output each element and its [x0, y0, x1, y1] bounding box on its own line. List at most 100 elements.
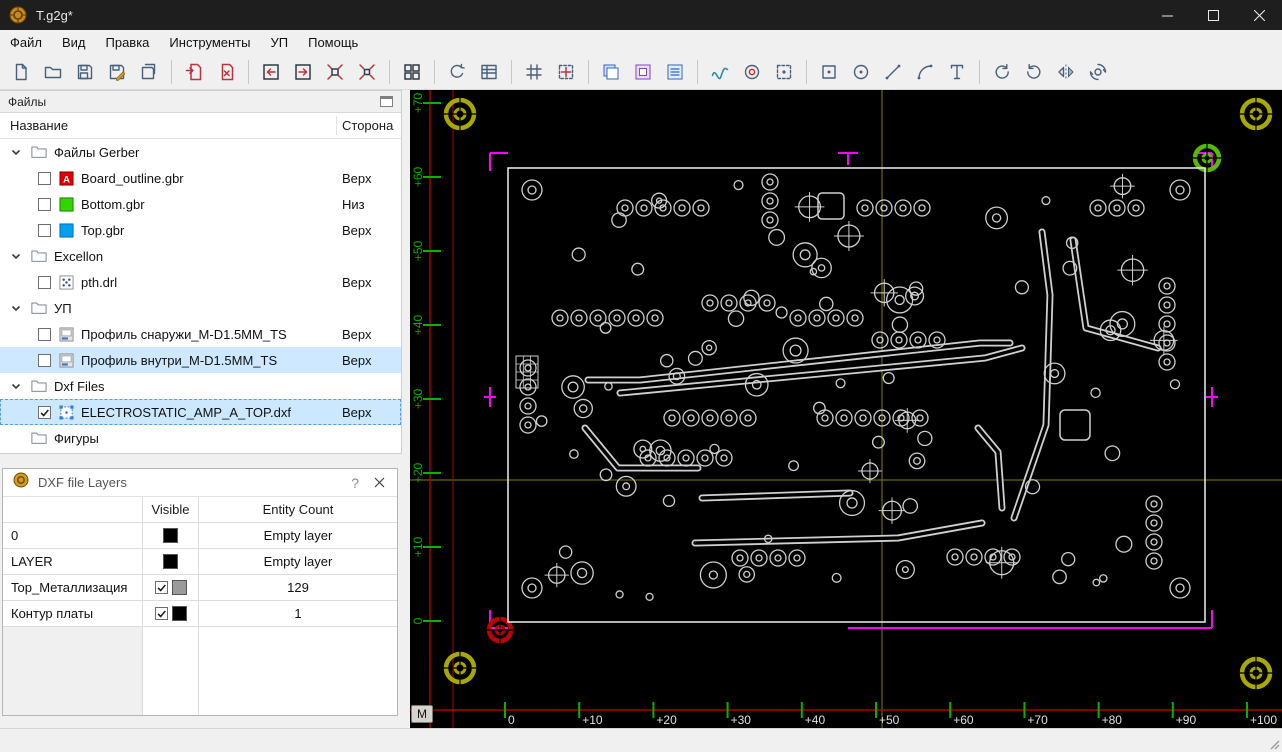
- tree-item-label: Excellon: [54, 249, 103, 264]
- new-file-icon[interactable]: [6, 57, 36, 87]
- save-all-icon[interactable]: [134, 57, 164, 87]
- menu-cam[interactable]: УП: [260, 32, 298, 53]
- chevron-down-icon[interactable]: [8, 383, 24, 390]
- frame-target-icon[interactable]: [769, 57, 799, 87]
- dxf-layer-row[interactable]: LAYEREmpty layer: [3, 549, 397, 575]
- draw-text-icon[interactable]: [942, 57, 972, 87]
- shift-right-icon[interactable]: [288, 57, 318, 87]
- job-table-icon[interactable]: [474, 57, 504, 87]
- tree-file-row[interactable]: Top.gbrВерх: [0, 217, 401, 243]
- gerber-blue-file-icon: [58, 222, 74, 238]
- dxf-layer-name: Top_Металлизация: [3, 575, 143, 601]
- resize-grip[interactable]: [1266, 736, 1280, 750]
- tree-folder-row[interactable]: Файлы Gerber: [0, 139, 401, 165]
- empty-cell: [143, 627, 199, 715]
- svg-text:+50: +50: [879, 713, 900, 727]
- menu-edit[interactable]: Правка: [96, 32, 160, 53]
- curve-tool-icon[interactable]: [705, 57, 735, 87]
- rotate-ccw-icon[interactable]: [442, 57, 472, 87]
- dxf-layer-name: Контур платы: [3, 601, 143, 627]
- svg-text:+10: +10: [582, 713, 603, 727]
- close-panel-icon[interactable]: [372, 477, 387, 488]
- svg-text:+70: +70: [411, 92, 425, 113]
- tree-file-row[interactable]: ELECTROSTATIC_AMP_A_TOP.dxfВерх: [0, 399, 401, 425]
- column-name: Название: [0, 118, 68, 133]
- rotate-right-icon[interactable]: [1019, 57, 1049, 87]
- draw-pad-icon[interactable]: [814, 57, 844, 87]
- tree-file-row[interactable]: ABoard_outline.gbrВерх: [0, 165, 401, 191]
- tree-folder-row[interactable]: Excellon: [0, 243, 401, 269]
- svg-text:+20: +20: [411, 462, 425, 483]
- draw-arc-icon[interactable]: [910, 57, 940, 87]
- dxf-header-entity: Entity Count: [199, 497, 397, 523]
- layers-inner-icon[interactable]: [628, 57, 658, 87]
- checkbox-unchecked[interactable]: [38, 328, 51, 341]
- close-icon[interactable]: [1236, 0, 1282, 30]
- panelize-icon[interactable]: [397, 57, 427, 87]
- shift-left-icon[interactable]: [256, 57, 286, 87]
- menu-view[interactable]: Вид: [52, 32, 96, 53]
- layer-color-swatch[interactable]: [163, 554, 178, 569]
- donut-pad-icon[interactable]: [737, 57, 767, 87]
- menu-file[interactable]: Файл: [0, 32, 52, 53]
- layers-top-icon[interactable]: [596, 57, 626, 87]
- draw-line-icon[interactable]: [878, 57, 908, 87]
- mirror-horizontal-icon[interactable]: [1051, 57, 1081, 87]
- menu-tools[interactable]: Инструменты: [159, 32, 260, 53]
- help-icon[interactable]: ?: [347, 475, 363, 491]
- layer-color-swatch[interactable]: [163, 528, 178, 543]
- open-folder-icon[interactable]: [38, 57, 68, 87]
- tree-folder-row[interactable]: УП: [0, 295, 401, 321]
- tree-file-row[interactable]: Профиль снаружи_M-D1.5MM_TSВерх: [0, 321, 401, 347]
- checkbox-checked[interactable]: [38, 406, 51, 419]
- empty-cell: [199, 627, 397, 715]
- checkbox-checked[interactable]: [155, 607, 168, 620]
- window-controls: [1144, 0, 1282, 30]
- checkbox-unchecked[interactable]: [38, 276, 51, 289]
- tree-folder-row[interactable]: Dxf Files: [0, 373, 401, 399]
- tree-file-row[interactable]: Профиль внутри_M-D1.5MM_TSВерх: [0, 347, 401, 373]
- minimize-icon[interactable]: [1144, 0, 1190, 30]
- layers-list-icon[interactable]: [660, 57, 690, 87]
- chevron-down-icon[interactable]: [8, 149, 24, 156]
- rotate-left-icon[interactable]: [987, 57, 1017, 87]
- side-value: Верх: [342, 327, 372, 342]
- dxf-layer-name: 0: [3, 523, 143, 549]
- spin-tool-icon[interactable]: [1083, 57, 1113, 87]
- checkbox-unchecked[interactable]: [38, 224, 51, 237]
- import-gerber-icon[interactable]: [179, 57, 209, 87]
- checkbox-unchecked[interactable]: [38, 198, 51, 211]
- dxf-layer-row[interactable]: Контур платы1: [3, 601, 397, 627]
- checkbox-unchecked[interactable]: [38, 172, 51, 185]
- units-button[interactable]: M: [411, 705, 433, 723]
- maximize-icon[interactable]: [1190, 0, 1236, 30]
- checkbox-unchecked[interactable]: [38, 354, 51, 367]
- layer-color-swatch[interactable]: [172, 580, 187, 595]
- close-file-icon[interactable]: [211, 57, 241, 87]
- pcb-canvas[interactable]: +70+60+50+40+30+20+1000+10+20+30+40+50+6…: [410, 90, 1282, 728]
- fit-frame-icon[interactable]: [551, 57, 581, 87]
- dxf-layer-row[interactable]: 0Empty layer: [3, 523, 397, 549]
- chevron-down-icon[interactable]: [8, 253, 24, 260]
- toolbar-separator: [588, 60, 589, 84]
- toolbar-separator: [979, 60, 980, 84]
- tree-item-label: ELECTROSTATIC_AMP_A_TOP.dxf: [81, 405, 291, 420]
- menu-help[interactable]: Помощь: [298, 32, 368, 53]
- layer-color-swatch[interactable]: [172, 606, 187, 621]
- chevron-down-icon[interactable]: [8, 305, 24, 312]
- panel-float-icon[interactable]: [380, 96, 393, 107]
- dxf-layer-row[interactable]: Top_Металлизация129: [3, 575, 397, 601]
- tree-file-row[interactable]: Bottom.gbrНиз: [0, 191, 401, 217]
- save-icon[interactable]: [70, 57, 100, 87]
- snap-grid-icon[interactable]: [519, 57, 549, 87]
- tree-file-row[interactable]: pth.drlВерх: [0, 269, 401, 295]
- shrink-extents-icon[interactable]: [320, 57, 350, 87]
- tree-folder-row[interactable]: Фигуры: [0, 425, 401, 451]
- checkbox-checked[interactable]: [155, 581, 168, 594]
- draw-circle-icon[interactable]: [846, 57, 876, 87]
- save-edit-icon[interactable]: [102, 57, 132, 87]
- drill-file-icon: [58, 274, 74, 290]
- expand-extents-icon[interactable]: [352, 57, 382, 87]
- files-panel: Файлы Название Сторона Файлы GerberABoar…: [0, 90, 402, 454]
- dxf-layer-visible-cell: [143, 601, 199, 627]
